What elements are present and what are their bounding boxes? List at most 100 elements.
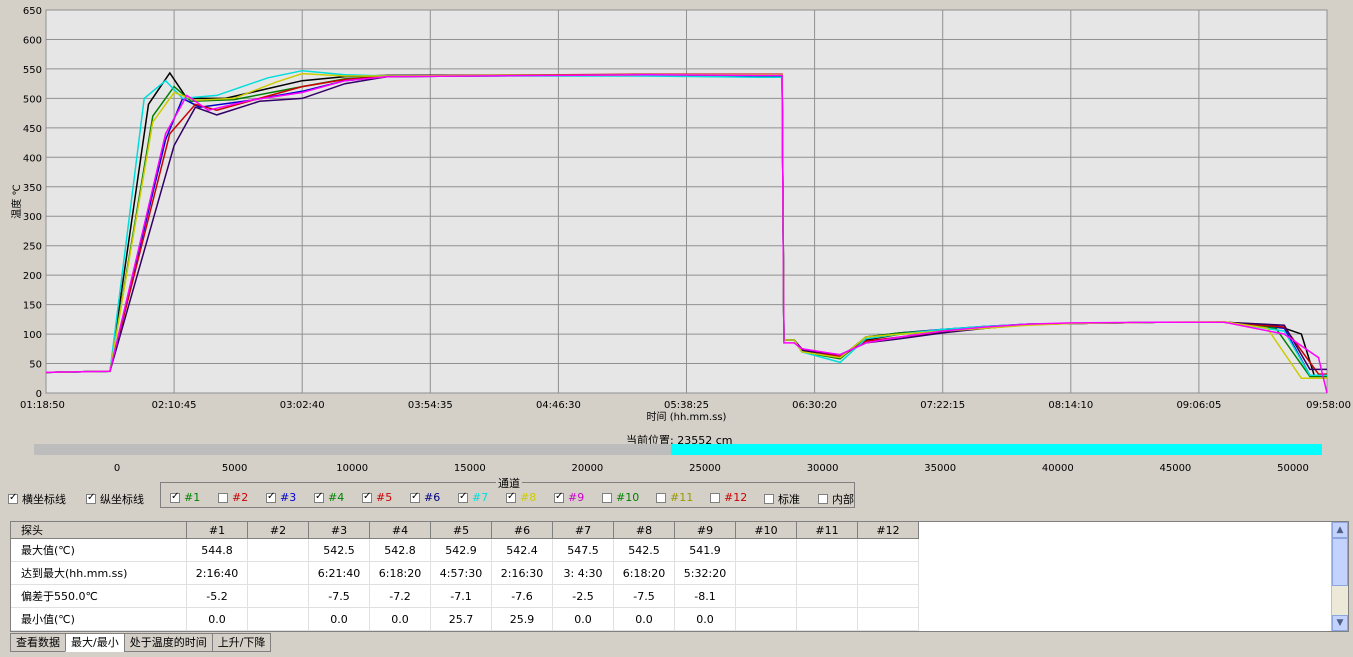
table-cell	[735, 607, 797, 631]
column-header[interactable]: #11	[796, 522, 858, 539]
tab-0[interactable]: 查看数据	[10, 633, 66, 652]
column-header[interactable]: #12	[857, 522, 919, 539]
hgrid-checkbox[interactable]	[8, 492, 18, 504]
channel-option-2[interactable]: #2	[218, 491, 248, 504]
scroll-down-icon[interactable]: ▼	[1332, 615, 1348, 631]
channel-checkbox[interactable]	[554, 491, 564, 503]
column-header[interactable]: #1	[186, 522, 248, 539]
stats-table-panel: 探头 #1 #2 #3 #4 #5 #6 #7 #8 #9 #10 #11 #12 最大值(℃) 544.…	[10, 521, 1349, 632]
scale-tick-label: 10000	[336, 463, 368, 474]
table-cell	[857, 561, 919, 585]
table-cell	[796, 584, 858, 608]
channel-checkbox[interactable]	[602, 492, 612, 503]
channel-label: #8	[520, 491, 537, 504]
tab-3[interactable]: 上升/下降	[211, 633, 272, 652]
channel-checkbox[interactable]	[266, 491, 276, 503]
channel-checkbox[interactable]	[170, 491, 180, 503]
table-cell: 0.0	[674, 607, 736, 631]
x-tick-label: 01:18:50	[20, 400, 65, 411]
scale-tick-label: 30000	[807, 463, 839, 474]
channel-option-7[interactable]: #7	[458, 491, 488, 504]
table-row[interactable]: 偏差于550.0℃ -5.2 -7.5 -7.2 -7.1 -7.6 -2.5 -7.5 -8.…	[11, 584, 919, 608]
channel-checkbox[interactable]	[314, 491, 324, 503]
channel-option-12[interactable]: #12	[710, 491, 747, 504]
channel-checkbox[interactable]	[818, 494, 828, 504]
channel-option-11[interactable]: #11	[656, 491, 693, 504]
y-tick-label: 500	[23, 94, 42, 105]
channel-option-3[interactable]: #3	[266, 491, 296, 504]
table-cell: 3: 4:30	[552, 561, 614, 585]
table-cell: 6:18:20	[369, 561, 431, 585]
x-tick-label: 07:22:15	[920, 400, 965, 411]
table-cell	[857, 538, 919, 562]
channel-option-8[interactable]: #8	[506, 491, 536, 504]
column-header[interactable]: #7	[552, 522, 614, 539]
y-tick-label: 0	[36, 389, 42, 400]
tab-2[interactable]: 处于温度的时间	[123, 633, 213, 652]
channel-checkbox[interactable]	[764, 494, 774, 504]
table-cell: -7.6	[491, 584, 553, 608]
column-header[interactable]: #9	[674, 522, 736, 539]
table-row[interactable]: 最大值(℃) 544.8 542.5 542.8 542.9 542.4 547.5 542.…	[11, 538, 919, 562]
table-cell: 542.5	[613, 538, 675, 562]
hgrid-option[interactable]: 横坐标线	[8, 491, 66, 507]
table-cell: -7.2	[369, 584, 431, 608]
scroll-thumb[interactable]	[1332, 538, 1348, 586]
channel-checkbox[interactable]	[362, 491, 372, 503]
y-tick-label: 100	[23, 330, 42, 341]
table-header-row: 探头 #1 #2 #3 #4 #5 #6 #7 #8 #9 #10 #11 #12	[11, 522, 919, 539]
channel-option-5[interactable]: #5	[362, 491, 392, 504]
channel-option-9[interactable]: #9	[554, 491, 584, 504]
column-header[interactable]: #8	[613, 522, 675, 539]
column-header[interactable]: #2	[247, 522, 309, 539]
scroll-up-icon[interactable]: ▲	[1332, 522, 1348, 538]
table-cell: -8.1	[674, 584, 736, 608]
channel-checkbox[interactable]	[410, 491, 420, 503]
vgrid-checkbox[interactable]	[86, 492, 96, 504]
hgrid-label: 横坐标线	[22, 493, 66, 506]
column-header[interactable]: #10	[735, 522, 797, 539]
channel-option-10[interactable]: #10	[602, 491, 639, 504]
tab-bar: 查看数据 最大/最小 处于温度的时间 上升/下降	[10, 633, 272, 652]
column-header[interactable]: #5	[430, 522, 492, 539]
channel-label: 标准	[778, 493, 800, 506]
row-label: 最大值(℃)	[11, 538, 187, 562]
channel-checkbox[interactable]	[710, 492, 720, 503]
table-cell: 542.5	[308, 538, 370, 562]
position-scale[interactable]: 0 5000 10000 15000 20000 25000 30000 35000 40000…	[0, 442, 1353, 478]
channel-label: #6	[424, 491, 441, 504]
table-cell: 542.9	[430, 538, 492, 562]
channel-label: #4	[328, 491, 345, 504]
channel-option-6[interactable]: #6	[410, 491, 440, 504]
vgrid-option[interactable]: 纵坐标线	[86, 491, 144, 507]
table-cell: 25.9	[491, 607, 553, 631]
y-tick-label: 400	[23, 153, 42, 164]
channel-checkbox[interactable]	[458, 491, 468, 503]
x-tick-label: 05:38:25	[664, 400, 709, 411]
table-row[interactable]: 达到最大(hh.mm.ss) 2:16:40 6:21:40 6:18:20 4:57:…	[11, 561, 919, 585]
column-header[interactable]: #4	[369, 522, 431, 539]
column-header[interactable]: #6	[491, 522, 553, 539]
channel-option-4[interactable]: #4	[314, 491, 344, 504]
y-tick-label: 150	[23, 301, 42, 312]
channel-checkbox[interactable]	[218, 492, 228, 503]
channel-option-internal[interactable]: 内部	[818, 491, 854, 507]
position-fill[interactable]	[670, 444, 1322, 455]
y-axis-label: 温度 ℃	[10, 184, 23, 218]
channel-label: #11	[670, 491, 694, 504]
table-cell: -7.5	[308, 584, 370, 608]
channel-label: #2	[232, 491, 249, 504]
channel-option-standard[interactable]: 标准	[764, 491, 800, 507]
y-tick-label: 550	[23, 65, 42, 76]
scale-tick-label: 20000	[571, 463, 603, 474]
column-header[interactable]: 探头	[11, 522, 187, 539]
column-header[interactable]: #3	[308, 522, 370, 539]
tab-1[interactable]: 最大/最小	[65, 633, 125, 652]
channel-checkbox[interactable]	[506, 491, 516, 503]
table-cell: 25.7	[430, 607, 492, 631]
table-cell	[796, 538, 858, 562]
channel-checkbox[interactable]	[656, 492, 666, 503]
table-scrollbar[interactable]: ▲ ▼	[1331, 522, 1348, 631]
channel-option-1[interactable]: #1	[170, 491, 200, 504]
table-row[interactable]: 最小值(℃) 0.0 0.0 0.0 25.7 25.9 0.0 0.0 0.0	[11, 607, 919, 631]
